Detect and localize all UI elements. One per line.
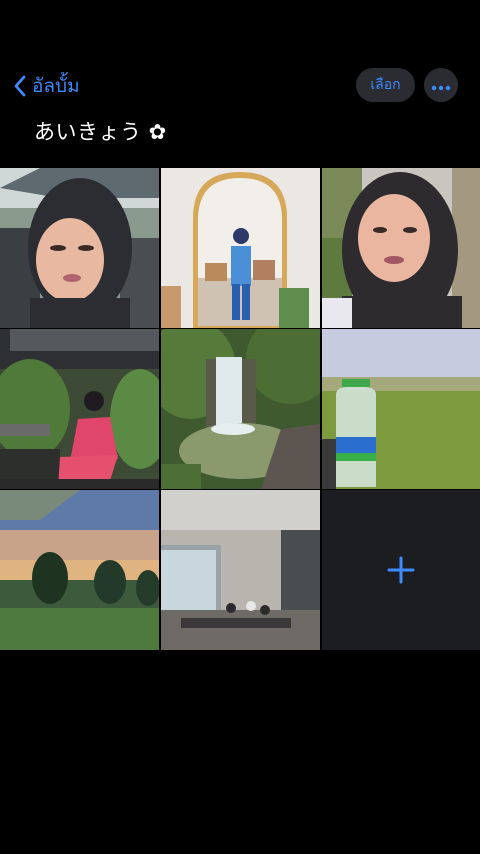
- photo-waterfall[interactable]: [161, 329, 320, 489]
- photo-selfie-1[interactable]: [0, 168, 159, 328]
- plus-icon: [387, 556, 415, 584]
- photo-sunset-hills[interactable]: [0, 490, 159, 650]
- select-button[interactable]: เลือก: [356, 68, 415, 102]
- photo-garden-seated[interactable]: [0, 329, 159, 489]
- chevron-left-icon: [12, 74, 28, 98]
- ellipsis-icon: [431, 76, 451, 95]
- photo-selfie-2[interactable]: [322, 168, 480, 328]
- photo-water-bottle-field[interactable]: [322, 329, 480, 489]
- photo-grid: [0, 168, 480, 650]
- back-button-label: อัลบั้ม: [32, 75, 80, 97]
- back-button[interactable]: อัลบั้ม: [12, 72, 80, 100]
- photo-mirror-selfie[interactable]: [161, 168, 320, 328]
- album-title: あいきょう ✿: [34, 120, 167, 144]
- add-photo-button[interactable]: [322, 490, 480, 650]
- more-options-button[interactable]: [424, 68, 458, 102]
- photo-cafe-interior[interactable]: [161, 490, 320, 650]
- navigation-bar: อัลบั้ม เลือก: [0, 62, 480, 108]
